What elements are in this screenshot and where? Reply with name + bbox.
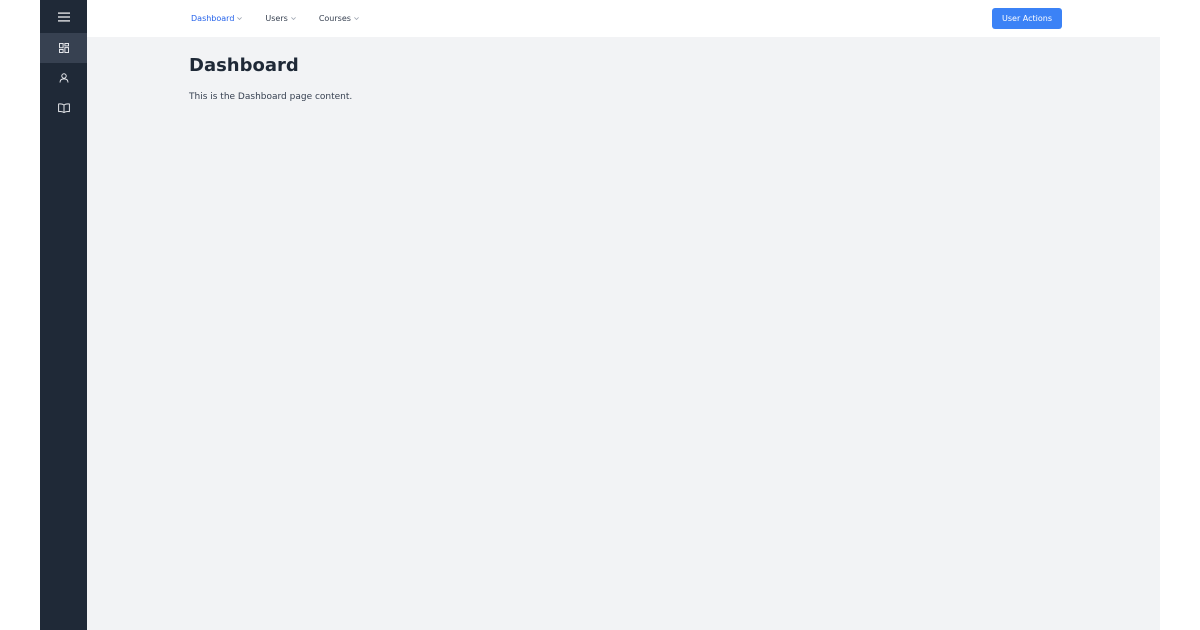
top-navbar: Dashboard Users Courses User Actions — [87, 0, 1160, 37]
user-actions-button[interactable]: User Actions — [992, 8, 1062, 29]
page-body-text: This is the Dashboard page content. — [189, 92, 353, 102]
sidebar — [40, 0, 87, 630]
sidebar-item-users[interactable] — [40, 63, 87, 93]
nav-dashboard-label: Dashboard — [191, 14, 235, 23]
chevron-down-icon — [237, 17, 243, 20]
sidebar-item-courses[interactable] — [40, 93, 87, 123]
book-icon — [57, 103, 70, 113]
nav-users[interactable]: Users — [265, 14, 296, 23]
sidebar-menu-toggle[interactable] — [40, 0, 87, 33]
main-area: Dashboard Users Courses User Actions Das… — [87, 0, 1160, 630]
menu-icon — [57, 12, 70, 21]
nav-users-label: Users — [265, 14, 288, 23]
nav-courses[interactable]: Courses — [319, 14, 359, 23]
chevron-down-icon — [354, 17, 359, 20]
nav-dashboard[interactable]: Dashboard — [191, 14, 243, 23]
page-content: Dashboard This is the Dashboard page con… — [87, 37, 1160, 630]
dashboard-icon — [58, 43, 69, 53]
user-icon — [59, 73, 68, 83]
app-frame: Dashboard Users Courses User Actions Das… — [40, 0, 1160, 630]
nav-courses-label: Courses — [318, 14, 351, 23]
page-title: Dashboard — [189, 55, 299, 76]
sidebar-item-dashboard[interactable] — [40, 33, 87, 63]
top-nav: Dashboard Users Courses — [191, 0, 382, 37]
chevron-down-icon — [290, 17, 296, 20]
